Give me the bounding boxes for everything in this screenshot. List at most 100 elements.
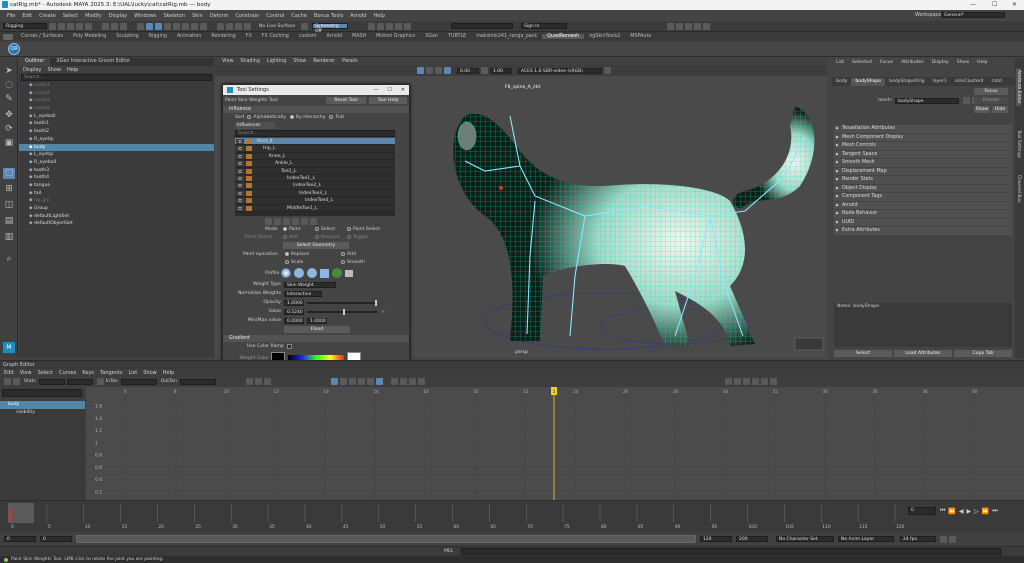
shelf-tab-rendering[interactable]: Rendering	[206, 34, 241, 39]
lock-icon[interactable]: ⚿	[236, 146, 244, 152]
side-by-side-icon[interactable]: ◫	[3, 200, 15, 211]
scale-tool-icon[interactable]: ▣	[3, 138, 15, 149]
ge-linear-tangent-icon[interactable]	[348, 378, 356, 385]
ae-tab-bodyshapeorig[interactable]: bodyShapeOrig	[885, 78, 928, 86]
mask-dynamics-icon[interactable]	[182, 22, 189, 30]
mode-paint-radio[interactable]	[283, 227, 287, 231]
lock-icon[interactable]: ⚿	[236, 161, 244, 167]
ge-spline-tangent-icon[interactable]	[330, 378, 338, 385]
workspace-dropdown[interactable]: General*	[941, 12, 1005, 18]
mask-icon[interactable]	[137, 22, 144, 30]
outliner-item[interactable]: ◆ tooth3	[19, 167, 214, 175]
ae-menu-selected[interactable]: Selected	[848, 59, 876, 67]
tab-outliner[interactable]: Outliner	[19, 58, 51, 66]
ae-tab-body[interactable]: body	[832, 78, 851, 86]
time-slider-track[interactable]: 0 5 10 15 20 25 30 35 40 45 50 55 60 65 70 75 80 85 90 95 10…	[0, 501, 905, 533]
save-scene-icon[interactable]	[67, 22, 74, 30]
profile-solid-icon[interactable]	[307, 268, 317, 278]
mask-surface-icon[interactable]	[164, 22, 171, 30]
tool-help-button[interactable]: Tool Help	[369, 96, 407, 104]
weight-type-dropdown[interactable]: Skin Weight	[284, 281, 336, 288]
ae-menu-show[interactable]: Show	[953, 59, 973, 67]
quadremesh-icon[interactable]: QR	[8, 43, 20, 55]
character-controls-icon[interactable]	[676, 22, 684, 30]
isolate-select-icon[interactable]	[435, 67, 442, 74]
menu-skeleton[interactable]: Skeleton	[163, 13, 185, 19]
rotate-tool-icon[interactable]: ⟳	[3, 124, 15, 135]
influence-item[interactable]: ⚿ Root_Jt	[235, 138, 395, 146]
mask-curve-icon[interactable]	[155, 22, 162, 30]
sort-hierarchy-radio[interactable]	[289, 115, 294, 119]
shelf-tab-rigging[interactable]: Rigging	[144, 34, 172, 39]
shelf-tab-ranga-pack[interactable]: maksimk241_ranga_pack	[471, 34, 542, 39]
value-slider[interactable]	[307, 308, 377, 315]
ae-section[interactable]: Tessellation Attributes	[834, 125, 1012, 133]
op-smooth-radio[interactable]	[341, 260, 345, 264]
colorspace-dropdown[interactable]: ACES 1.0 SDR-video (sRGB)	[518, 67, 602, 74]
ae-section[interactable]: Mesh Controls	[834, 142, 1012, 150]
menu-display[interactable]: Display	[109, 13, 127, 19]
ae-presets-button[interactable]: Presets	[974, 97, 1008, 104]
ge-unify-tangent-icon[interactable]	[399, 378, 407, 385]
ge-stats-frame-field[interactable]	[38, 378, 65, 385]
shelf-tab-animation[interactable]: Animation	[172, 34, 206, 39]
mask-render-icon[interactable]	[191, 22, 198, 30]
symmetry-dropdown[interactable]: Symmetry: Off	[312, 23, 349, 34]
mask-deform-icon[interactable]	[173, 22, 180, 30]
ge-auto-tangent-icon[interactable]	[96, 378, 104, 385]
command-search-input[interactable]	[451, 23, 514, 29]
outliner-menu-help[interactable]: Help	[67, 67, 78, 73]
ae-focus-button[interactable]: Focus	[974, 88, 1008, 95]
sort-flat-radio[interactable]	[329, 115, 334, 119]
flood-button[interactable]: Flood	[284, 326, 350, 333]
ps-add-radio[interactable]	[283, 235, 287, 239]
tool-settings-titlebar[interactable]: Tool Settings — ☐ ✕	[223, 85, 409, 95]
anim-end-field[interactable]: 200	[736, 536, 768, 542]
ae-section[interactable]: Arnold	[834, 201, 1012, 209]
persp-graph-icon[interactable]: ▤	[3, 216, 15, 227]
playback-end-field[interactable]: 120	[700, 536, 732, 542]
op-replace-radio[interactable]	[285, 252, 289, 256]
outliner-item[interactable]: ◆ nurbs2	[19, 90, 214, 98]
opacity-slider[interactable]	[307, 299, 377, 306]
maximize-icon[interactable]: ☐	[992, 1, 997, 8]
single-view-icon[interactable]: ▢	[3, 168, 15, 179]
ae-notes-area[interactable]: Notes: bodyShape	[834, 303, 1012, 347]
influence-item[interactable]: ⚿ IndexToe4_L	[235, 197, 395, 205]
opacity-field[interactable]: 1.0000	[284, 299, 304, 306]
ae-section[interactable]: Smooth Mesh	[834, 159, 1012, 167]
character-set-dropdown[interactable]: No Character Set	[776, 536, 834, 542]
step-forward-icon[interactable]: ⏩	[982, 508, 989, 515]
select-component-icon[interactable]	[120, 22, 127, 30]
mask-misc-icon[interactable]	[200, 22, 207, 30]
gamma-icon[interactable]	[481, 67, 488, 74]
outliner-item[interactable]: ◆ R_eyeball	[19, 159, 214, 167]
exposure-field[interactable]: 0.00	[457, 67, 479, 74]
ae-load-attributes-button[interactable]: Load Attributes	[894, 349, 952, 357]
mode-paint-select-radio[interactable]	[347, 227, 351, 231]
paint-select-icon[interactable]: ✎	[3, 94, 15, 105]
min-value-field[interactable]: 0.0000	[284, 317, 304, 324]
ae-section[interactable]: UUID	[834, 218, 1012, 226]
ge-outline-filter-input[interactable]	[2, 389, 82, 397]
ae-section[interactable]: Component Tags	[834, 193, 1012, 201]
vp-menu-panels[interactable]: Panels	[342, 59, 357, 64]
menu-control[interactable]: Control	[266, 13, 284, 19]
tab-channel-box[interactable]: Channel Box	[1016, 173, 1021, 205]
ge-intan-field[interactable]	[120, 378, 157, 385]
channel-box-toggle-icon[interactable]	[703, 22, 711, 30]
outliner-item[interactable]: ◆ rig_grp	[19, 197, 214, 205]
tool-settings-toggle-icon[interactable]	[694, 22, 702, 30]
unlock-weights-icon[interactable]	[292, 217, 299, 225]
render-icon[interactable]	[368, 22, 376, 30]
ae-section[interactable]: Extra Attributes	[834, 227, 1012, 235]
browse-folder-icon[interactable]	[345, 269, 353, 277]
xray-icon[interactable]	[426, 67, 433, 74]
ge-clamped-tangent-icon[interactable]	[339, 378, 347, 385]
undo-icon[interactable]	[76, 22, 83, 30]
outliner-menu-display[interactable]: Display	[23, 67, 41, 73]
op-add-radio[interactable]	[341, 252, 345, 256]
sort-alpha-radio[interactable]	[247, 115, 252, 119]
shelf-menu-icon[interactable]	[3, 33, 13, 40]
outliner-item[interactable]: ◆ R_eyetip	[19, 136, 214, 144]
